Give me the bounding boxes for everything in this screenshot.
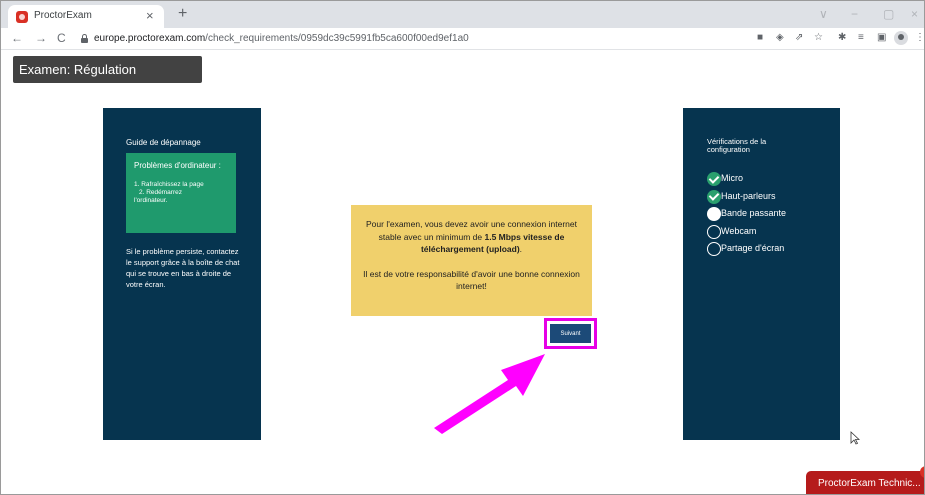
url-host: europe.proctorexam.com	[94, 33, 206, 44]
share-icon[interactable]: ⇗	[795, 32, 803, 44]
camera-icon[interactable]: ■	[757, 32, 763, 44]
eye-off-icon[interactable]: ◈	[776, 32, 784, 44]
problem-step: 2. Redémarrez	[139, 189, 182, 196]
checks-title: Vérifications de la configuration	[707, 137, 767, 154]
address-bar[interactable]: europe.proctorexam.com/check_requirement…	[69, 30, 737, 48]
next-button[interactable]: Suivant	[550, 324, 591, 343]
check-label: Bande passante	[721, 208, 787, 218]
tab-title: ProctorExam	[34, 10, 92, 21]
check-label: Partage d'écran	[721, 243, 785, 253]
problem-step: l'ordinateur.	[134, 197, 168, 204]
star-icon[interactable]: ☆	[814, 32, 823, 44]
maximize-icon[interactable]: ▢	[883, 7, 894, 21]
check-pending-icon	[707, 224, 721, 239]
check-pending-icon	[707, 242, 721, 256]
mouse-cursor-icon	[850, 431, 860, 445]
page-content: Examen: Régulation Onboarding FR Guide d…	[1, 50, 924, 494]
requirement-end: .	[519, 244, 523, 254]
check-in-progress-icon	[707, 207, 721, 221]
profile-icon[interactable]	[894, 31, 908, 45]
lock-icon	[81, 34, 88, 43]
browser-toolbar: ← → C europe.proctorexam.com/check_requi…	[1, 28, 924, 50]
connection-requirement-message: Pour l'examen, vous devez avoir une conn…	[351, 205, 592, 316]
check-label: Micro	[721, 173, 743, 183]
browser-window: ProctorExam × + ∨ − ▢ × ← → C europe.pro…	[0, 0, 925, 495]
chat-notification-badge: 1	[920, 466, 924, 478]
reading-list-icon[interactable]: ≡	[858, 32, 864, 44]
url-text[interactable]: europe.proctorexam.com/check_requirement…	[94, 33, 469, 44]
check-done-icon	[707, 189, 721, 204]
troubleshooting-title: Guide de dépannage	[126, 138, 201, 147]
responsibility-text: Il est de votre responsabilité d'avoir u…	[363, 268, 580, 292]
problem-step: 1. Rafraîchissez la page	[134, 181, 204, 188]
check-label: Webcam	[721, 225, 757, 236]
close-window-icon[interactable]: ×	[911, 7, 918, 21]
troubleshooting-panel: Guide de dépannage Problèmes d'ordinateu…	[103, 108, 261, 440]
pointer-arrow-icon	[434, 354, 545, 434]
new-tab-icon[interactable]: +	[178, 5, 187, 23]
requirement-paragraph: Pour l'examen, vous devez avoir une conn…	[361, 218, 582, 256]
forward-icon[interactable]: →	[35, 31, 47, 45]
computer-problems-box: Problèmes d'ordinateur : 1. Rafraîchisse…	[126, 153, 236, 233]
check-done-icon	[707, 172, 721, 186]
exam-title: Examen: Régulation Onboarding FR	[13, 56, 202, 104]
url-path: /check_requirements/0959dc39c5991fb5ca60…	[205, 33, 469, 44]
support-chat-button[interactable]: ProctorExam Technic...	[806, 471, 924, 494]
back-icon[interactable]: ←	[11, 31, 23, 45]
configuration-checks-panel: Vérifications de la configuration Micro …	[683, 108, 840, 440]
problems-title: Problèmes d'ordinateur :	[134, 161, 221, 170]
extensions-icon[interactable]: ✱	[838, 32, 846, 44]
proctorexam-favicon-icon	[16, 11, 28, 23]
check-label: Haut-parleurs	[721, 190, 776, 201]
minimize-icon[interactable]: −	[851, 7, 858, 21]
menu-icon[interactable]: ⋮	[915, 32, 924, 44]
side-panel-icon[interactable]: ▣	[877, 32, 886, 44]
reload-icon[interactable]: C	[57, 31, 66, 45]
tab-search-icon[interactable]: ∨	[819, 7, 828, 21]
tab-strip: ProctorExam × + ∨ − ▢ ×	[1, 1, 924, 28]
tab-close-icon[interactable]: ×	[146, 8, 154, 23]
browser-tab[interactable]: ProctorExam ×	[8, 5, 164, 28]
support-text: Si le problème persiste, contactez le su…	[126, 247, 240, 289]
problem-steps: 1. Rafraîchissez la page 2. Redémarrez l…	[134, 181, 236, 205]
